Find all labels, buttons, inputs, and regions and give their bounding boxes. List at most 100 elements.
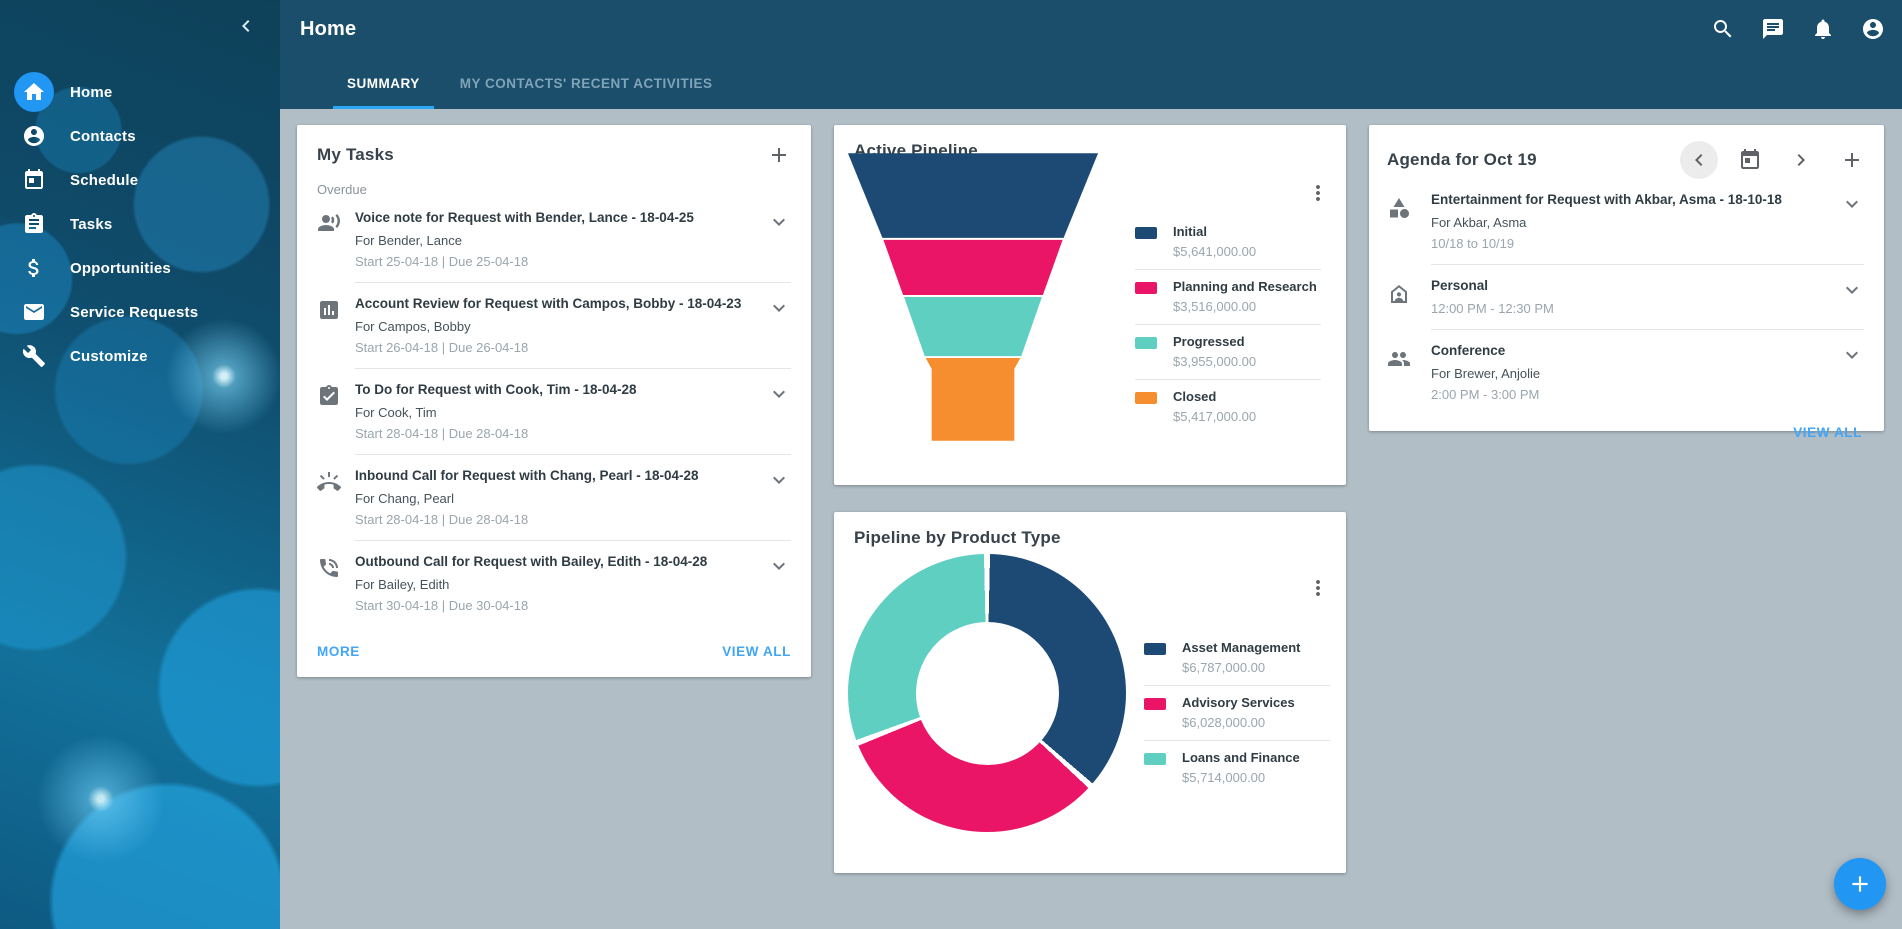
- sidebar-item-label: Home: [70, 84, 112, 101]
- sidebar-item-contacts[interactable]: Contacts: [0, 116, 280, 156]
- agenda-row: Conference For Brewer, Anjolie 2:00 PM -…: [1387, 330, 1864, 415]
- sidebar-item-opportunities[interactable]: Opportunities: [0, 248, 280, 288]
- task-title: Voice note for Request with Bender, Lanc…: [355, 210, 759, 225]
- add-task-icon[interactable]: [767, 143, 791, 167]
- sidebar-item-tasks[interactable]: Tasks: [0, 204, 280, 244]
- sidebar-item-icon-wrap: [14, 248, 54, 288]
- calendar-today-icon[interactable]: [1738, 148, 1762, 172]
- legend-color-chip: [1135, 282, 1157, 294]
- agenda-item-for: For Akbar, Asma: [1431, 215, 1832, 230]
- task-dates: Start 26-04-18 | Due 26-04-18: [355, 340, 759, 355]
- agenda-card: Agenda for Oct 19 Entertainment for Requ…: [1369, 125, 1884, 431]
- legend-row: Initial $5,641,000.00: [1135, 215, 1321, 270]
- agenda-list: Entertainment for Request with Akbar, As…: [1387, 179, 1864, 415]
- sidebar-item-label: Schedule: [70, 172, 138, 189]
- opportunities-icon: [22, 256, 46, 280]
- legend-value: $5,417,000.00: [1173, 409, 1256, 424]
- todo-icon: [317, 384, 341, 408]
- legend-value: $3,955,000.00: [1173, 354, 1256, 369]
- create-fab-button[interactable]: [1834, 858, 1886, 910]
- tab-summary[interactable]: SUMMARY: [333, 58, 434, 109]
- legend-label: Asset Management: [1182, 640, 1300, 655]
- legend-label: Progressed: [1173, 334, 1256, 349]
- legend-color-chip: [1135, 392, 1157, 404]
- expand-task-icon[interactable]: [767, 382, 791, 406]
- funnel-chart: [845, 151, 1101, 443]
- service-requests-icon: [22, 300, 46, 324]
- expand-appointment-icon[interactable]: [1840, 278, 1864, 302]
- agenda-row: Entertainment for Request with Akbar, As…: [1387, 179, 1864, 265]
- main-content: My Tasks Overdue Voice note for Request …: [280, 109, 1902, 929]
- voice-note-icon: [317, 212, 341, 236]
- expand-appointment-icon[interactable]: [1840, 343, 1864, 367]
- funnel-legend: Initial $5,641,000.00 Planning and Resea…: [1135, 215, 1321, 434]
- task-for: For Bender, Lance: [355, 233, 759, 248]
- expand-task-icon[interactable]: [767, 468, 791, 492]
- expand-task-icon[interactable]: [767, 296, 791, 320]
- product-pipeline-menu-icon[interactable]: [1306, 576, 1330, 600]
- sidebar-item-service-requests[interactable]: Service Requests: [0, 292, 280, 332]
- sidebar-item-home[interactable]: Home: [0, 72, 280, 112]
- legend-color-chip: [1135, 337, 1157, 349]
- expand-task-icon[interactable]: [767, 210, 791, 234]
- legend-value: $5,641,000.00: [1173, 244, 1256, 259]
- tab-bar: SUMMARY MY CONTACTS' RECENT ACTIVITIES: [280, 58, 1902, 109]
- plus-icon: [1847, 871, 1873, 897]
- task-row: Voice note for Request with Bender, Lanc…: [317, 197, 791, 283]
- schedule-icon: [22, 168, 46, 192]
- sidebar-item-schedule[interactable]: Schedule: [0, 160, 280, 200]
- task-title: Account Review for Request with Campos, …: [355, 296, 759, 311]
- sidebar-item-label: Service Requests: [70, 304, 198, 321]
- legend-row: Asset Management $6,787,000.00: [1144, 631, 1330, 686]
- sidebar-item-icon-wrap: [14, 160, 54, 200]
- task-title: Inbound Call for Request with Chang, Pea…: [355, 468, 759, 483]
- account-review-icon: [317, 298, 341, 322]
- app-header: Home SUMMARY MY CONTACTS' RECENT ACTIVIT…: [280, 0, 1902, 109]
- sidebar-item-icon-wrap: [14, 72, 54, 112]
- add-appointment-icon[interactable]: [1840, 148, 1864, 172]
- expand-appointment-icon[interactable]: [1840, 192, 1864, 216]
- product-pipeline-card: Pipeline by Product Type Asset Managemen…: [834, 512, 1346, 873]
- task-for: For Bailey, Edith: [355, 577, 759, 592]
- legend-color-chip: [1135, 227, 1157, 239]
- legend-row: Planning and Research $3,516,000.00: [1135, 270, 1321, 325]
- legend-row: Progressed $3,955,000.00: [1135, 325, 1321, 380]
- task-for: For Campos, Bobby: [355, 319, 759, 334]
- donut-chart: [848, 554, 1126, 832]
- agenda-prev-button[interactable]: [1680, 141, 1718, 179]
- donut-legend: Asset Management $6,787,000.00 Advisory …: [1144, 631, 1330, 795]
- sidebar-item-icon-wrap: [14, 116, 54, 156]
- agenda-item-for: For Brewer, Anjolie: [1431, 366, 1832, 381]
- legend-value: $6,787,000.00: [1182, 660, 1300, 675]
- search-icon[interactable]: [1711, 17, 1735, 41]
- legend-color-chip: [1144, 698, 1166, 710]
- chevron-right-icon[interactable]: [1789, 148, 1813, 172]
- agenda-row: Personal 12:00 PM - 12:30 PM: [1387, 265, 1864, 330]
- tab-recent-activities[interactable]: MY CONTACTS' RECENT ACTIVITIES: [446, 58, 727, 109]
- legend-value: $6,028,000.00: [1182, 715, 1295, 730]
- sidebar-item-customize[interactable]: Customize: [0, 336, 280, 376]
- account-icon[interactable]: [1861, 17, 1885, 41]
- tasks-group-label: Overdue: [317, 182, 791, 197]
- expand-task-icon[interactable]: [767, 554, 791, 578]
- legend-row: Loans and Finance $5,714,000.00: [1144, 741, 1330, 795]
- task-row: Outbound Call for Request with Bailey, E…: [317, 541, 791, 626]
- legend-label: Closed: [1173, 389, 1256, 404]
- collapse-sidebar-icon[interactable]: [234, 14, 258, 38]
- agenda-item-time: 2:00 PM - 3:00 PM: [1431, 387, 1832, 402]
- customize-icon: [22, 344, 46, 368]
- notifications-icon[interactable]: [1811, 17, 1835, 41]
- pipeline-menu-icon[interactable]: [1306, 181, 1330, 205]
- tasks-view-all-button[interactable]: VIEW ALL: [722, 644, 791, 659]
- outbound-call-icon: [317, 556, 341, 580]
- sidebar: Home Contacts Schedule Tasks Opportuniti…: [0, 0, 280, 929]
- inbound-call-icon: [317, 470, 341, 494]
- more-button[interactable]: MORE: [317, 644, 360, 659]
- legend-color-chip: [1144, 753, 1166, 765]
- chat-icon[interactable]: [1761, 17, 1785, 41]
- sidebar-item-label: Opportunities: [70, 260, 171, 277]
- task-for: For Cook, Tim: [355, 405, 759, 420]
- agenda-view-all-button[interactable]: VIEW ALL: [1793, 425, 1862, 440]
- sidebar-item-label: Contacts: [70, 128, 136, 145]
- legend-label: Advisory Services: [1182, 695, 1295, 710]
